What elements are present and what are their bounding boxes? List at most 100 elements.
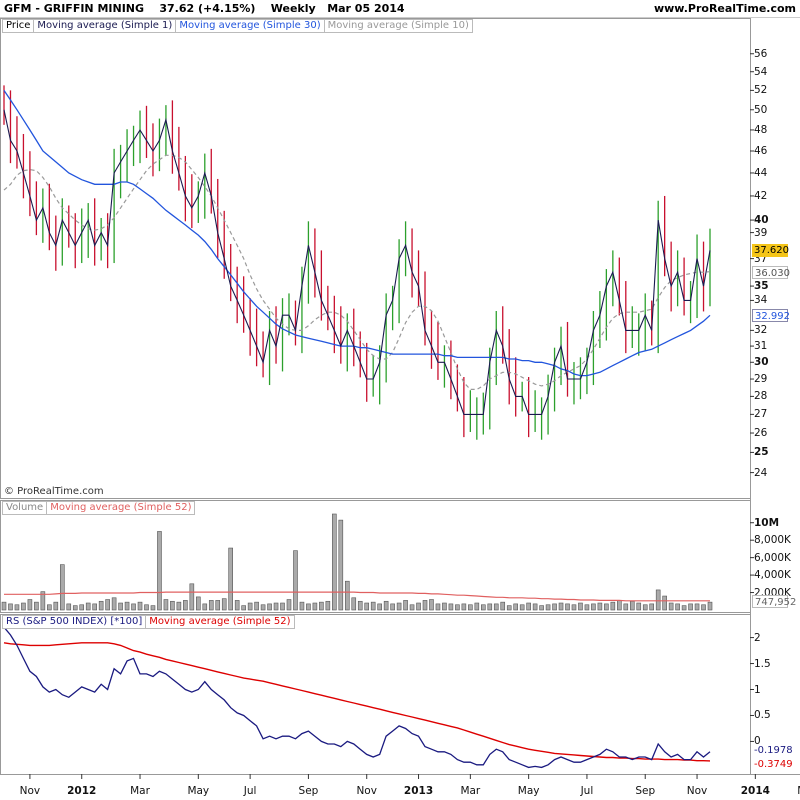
volume-ytick-label: 4,000K: [754, 569, 791, 582]
volume-bar: [325, 600, 331, 611]
volume-bar: [306, 603, 311, 611]
volume-bar: [403, 600, 408, 611]
volume-bar: [8, 603, 13, 611]
volume-bar: [98, 600, 104, 611]
volume-bar: [215, 600, 221, 611]
legend-rs-ma[interactable]: Moving average (Simple 52): [146, 615, 295, 629]
copyright: © ProRealTime.com: [4, 486, 104, 497]
xtick-label: May: [187, 785, 210, 797]
xtick-label: May: [517, 785, 540, 797]
legend-sma30[interactable]: Moving average (Simple 30): [176, 19, 325, 33]
price-ytick-label: 32: [754, 324, 768, 337]
volume-ytick-label: 8,000K: [754, 534, 791, 547]
volume-bar: [681, 605, 687, 611]
volume-bar: [597, 602, 603, 611]
price-ytick-label: 39: [754, 226, 768, 239]
volume-bar: [196, 596, 201, 611]
volume-value-tag: 747,952: [752, 595, 796, 609]
volume-bar: [396, 602, 402, 611]
price-ytick-label: 28: [754, 390, 768, 403]
volume-bar: [519, 604, 525, 611]
volume-bar: [707, 601, 713, 611]
volume-bar: [34, 601, 39, 611]
volume-bar: [280, 602, 285, 611]
volume-bar: [565, 603, 570, 611]
volume-bar: [66, 603, 72, 611]
price-ytick-label: 44: [754, 166, 768, 179]
volume-bar: [319, 601, 324, 611]
volume-bar: [442, 602, 447, 611]
volume-bar: [655, 589, 661, 611]
volume-ytick-label: 10M: [754, 516, 780, 529]
price-ytick-label: 34: [754, 294, 768, 307]
volume-bar: [27, 599, 33, 611]
price-ytick-label: 46: [754, 144, 768, 157]
volume-bar: [21, 602, 26, 611]
volume-bar: [59, 564, 65, 611]
volume-bar: [208, 600, 214, 611]
volume-bar: [506, 605, 512, 611]
volume-bar: [500, 601, 506, 611]
legend-volume[interactable]: Volume: [2, 501, 48, 515]
volume-bar: [183, 600, 188, 611]
volume-bar: [364, 602, 370, 611]
price-ytick-label: 30: [754, 356, 769, 369]
volume-bar: [111, 597, 117, 611]
volume-bar: [493, 603, 499, 611]
volume-bar: [468, 604, 473, 611]
volume-bar: [461, 603, 467, 611]
volume-bar: [53, 601, 59, 611]
volume-bar: [571, 604, 577, 611]
volume-bar: [47, 604, 52, 611]
volume-bar: [539, 605, 544, 611]
volume-bar: [629, 600, 635, 611]
price-ytick-label: 24: [754, 466, 768, 479]
xtick-label: Mar: [130, 785, 150, 797]
volume-bar: [228, 547, 233, 611]
volume-bar: [273, 602, 279, 611]
volume-bar: [247, 602, 253, 611]
price-ytick-label: 26: [754, 427, 768, 440]
volume-bar: [79, 604, 85, 611]
volume-panel: [0, 500, 751, 613]
volume-bar: [131, 603, 136, 611]
xtick-label: 2012: [67, 785, 97, 797]
rs-value-tag: -0.3749: [752, 757, 793, 771]
xtick-label: Nov: [19, 785, 41, 797]
price-ytick-label: 27: [754, 408, 768, 421]
volume-bar: [286, 599, 292, 611]
price-ytick-label: 29: [754, 373, 768, 386]
volume-bar: [85, 602, 91, 611]
volume-bar: [552, 603, 557, 611]
xtick-label: Nov: [356, 785, 377, 797]
legend-rs[interactable]: RS (S&P 500 INDEX) [*100]: [2, 615, 147, 629]
price-ytick-label: 48: [754, 123, 768, 136]
legend-price[interactable]: Price: [2, 19, 35, 33]
volume-ytick-label: 6,000K: [754, 551, 791, 564]
volume-bar: [649, 603, 655, 611]
rs-ytick-label: 1: [754, 683, 761, 696]
legend-vol-ma[interactable]: Moving average (Simple 52): [47, 501, 196, 515]
volume-bar: [668, 602, 674, 611]
legend-sma10[interactable]: Moving average (Simple 10): [324, 19, 473, 33]
volume-bar: [642, 604, 648, 611]
volume-legend: Volume Moving average (Simple 52): [2, 501, 196, 515]
price-ytick-label: 54: [754, 65, 768, 78]
price-ytick-label: 25: [754, 446, 769, 459]
volume-bar: [409, 604, 415, 611]
volume-bar: [675, 603, 680, 611]
rs-ytick-label: 1.5: [754, 657, 771, 670]
volume-bar: [474, 602, 480, 611]
volume-bar: [377, 603, 382, 611]
price-value-tag: 36.030: [752, 265, 790, 279]
volume-bar: [260, 604, 266, 611]
xtick-label: Sep: [635, 785, 656, 797]
volume-bar: [701, 604, 706, 611]
volume-bar: [221, 598, 227, 611]
volume-bar: [72, 605, 78, 611]
volume-bar: [429, 599, 434, 611]
volume-bar: [416, 602, 421, 611]
volume-bar: [455, 604, 460, 611]
legend-sma1[interactable]: Moving average (Simple 1): [34, 19, 177, 33]
volume-bar: [604, 603, 609, 611]
